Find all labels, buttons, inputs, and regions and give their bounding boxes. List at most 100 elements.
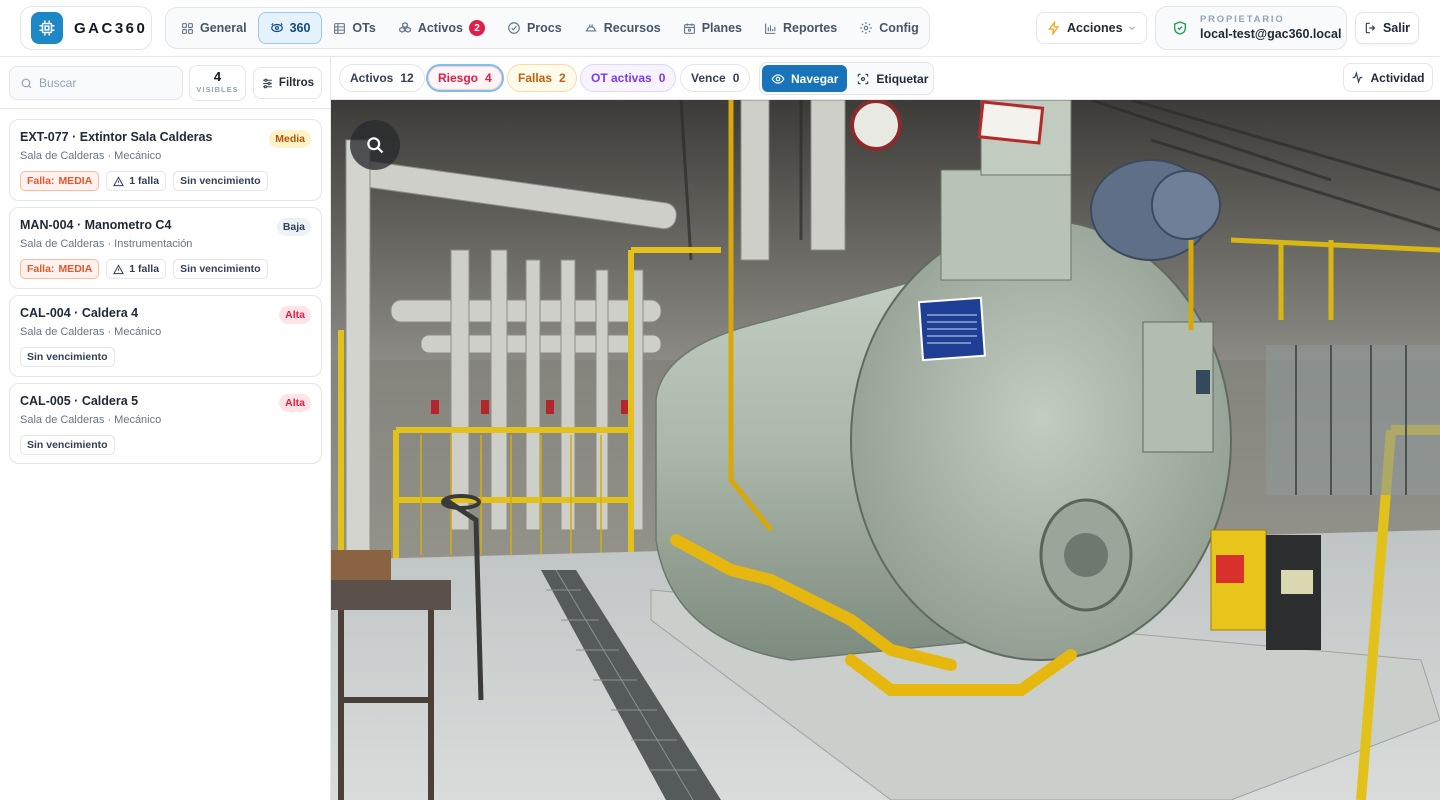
nav-tab-label: Planes (701, 21, 743, 35)
main-area: Activos 12 Riesgo 4 Fallas 2 OT activas 0 Ve… (331, 57, 1440, 800)
nav-tab-label: OTs (352, 21, 376, 35)
filter-pill-activos[interactable]: Activos 12 (339, 64, 425, 92)
nav-tab-label: General (200, 21, 247, 35)
asset-title: EXT-077 · Extintor Sala Calderas (20, 130, 213, 144)
nav-tab-label: Activos (417, 21, 463, 35)
search-icon (21, 78, 32, 88)
magnifier-icon (367, 137, 384, 154)
navigate-mode-button[interactable]: Navegar (762, 65, 848, 92)
main-nav: General 360 OTs Activos 2 Procs Recursos… (165, 7, 930, 49)
fault-label: Falla: (27, 263, 55, 275)
grid-icon (182, 22, 193, 34)
filters-button[interactable]: Filtros (253, 67, 322, 99)
search-input[interactable] (39, 76, 169, 90)
warning-icon (113, 175, 125, 186)
priority-badge: Alta (279, 394, 311, 412)
fault-count: 1 falla (129, 263, 160, 275)
tag-label: Etiquetar (876, 71, 929, 86)
priority-badge: Alta (279, 306, 311, 324)
fault-count-chip: 1 falla (106, 259, 167, 279)
chip-icon (31, 12, 63, 44)
actions-label: Acciones (1067, 21, 1123, 35)
boiler-room-panorama[interactable] (331, 100, 1440, 800)
asset-title: CAL-004 · Caldera 4 (20, 306, 139, 320)
zoom-button[interactable] (350, 120, 400, 170)
nav-tab-360[interactable]: 360 (257, 12, 323, 44)
calendar-icon (683, 23, 695, 34)
filter-bar: Activos 12 Riesgo 4 Fallas 2 OT activas 0 Ve… (331, 57, 1440, 100)
asset-location: Sala de Calderas · Instrumentación (20, 238, 193, 250)
navigate-label: Navegar (791, 71, 839, 86)
due-chip: Sin vencimiento (173, 259, 268, 279)
asset-location: Sala de Calderas · Mecánico (20, 326, 162, 338)
asset-card-ext-077[interactable]: EXT-077 · Extintor Sala Calderas Media S… (9, 119, 322, 201)
asset-card-man-004[interactable]: MAN-004 · Manometro C4 Baja Sala de Cald… (9, 207, 322, 289)
app-logo[interactable]: GAC360 (20, 6, 152, 50)
filter-pill-fallas[interactable]: Fallas 2 (507, 64, 577, 92)
table-icon (334, 22, 346, 34)
filter-pill-riesgo[interactable]: Riesgo 4 (426, 64, 504, 92)
nav-tab-ots[interactable]: OTs (322, 12, 386, 44)
filter-pill-ot-activas[interactable]: OT activas 0 (580, 64, 677, 92)
pill-count: 0 (658, 71, 666, 85)
asset-title: CAL-005 · Caldera 5 (20, 394, 139, 408)
nav-tab-general[interactable]: General (170, 12, 258, 44)
nav-tab-label: Recursos (603, 21, 661, 35)
tag-mode-button[interactable]: Etiquetar (847, 65, 937, 92)
asset-card-cal-004[interactable]: CAL-004 · Caldera 4 Alta Sala de Caldera… (9, 295, 322, 377)
actions-dropdown[interactable]: Acciones (1036, 12, 1147, 44)
asset-card-cal-005[interactable]: CAL-005 · Caldera 5 Alta Sala de Caldera… (9, 383, 322, 464)
user-profile[interactable]: PROPIETARIO local-test@gac360.local (1155, 6, 1347, 50)
nav-tab-label: Procs (526, 21, 562, 35)
eye-icon (771, 73, 785, 84)
activity-icon (1353, 71, 1363, 84)
visible-count: 4 (213, 69, 222, 84)
filters-label: Filtros (278, 77, 315, 89)
search-box[interactable] (9, 66, 183, 100)
mode-toggle: Navegar Etiquetar (759, 62, 934, 95)
chevron-down-icon (1129, 26, 1135, 30)
pill-label: Riesgo (438, 71, 479, 85)
nav-tab-config[interactable]: Config (848, 12, 930, 44)
pill-label: OT activas (591, 71, 652, 85)
due-chip: Sin vencimiento (173, 171, 268, 191)
asset-location: Sala de Calderas · Mecánico (20, 414, 162, 426)
boxes-icon (398, 22, 411, 33)
asset-title: MAN-004 · Manometro C4 (20, 218, 172, 232)
asset-sidebar: 4 VISIBLES Filtros EXT-077 · Extintor Sa… (0, 57, 331, 800)
logout-label: Salir (1382, 21, 1411, 35)
pill-count: 12 (400, 71, 414, 85)
lightning-icon (1048, 21, 1060, 35)
asset-location: Sala de Calderas · Mecánico (20, 150, 162, 162)
nav-tab-reportes[interactable]: Reportes (753, 12, 848, 44)
panorama-viewer[interactable] (331, 100, 1440, 800)
nav-tab-planes[interactable]: Planes (672, 12, 753, 44)
pill-label: Vence (691, 71, 726, 85)
logout-button[interactable]: Salir (1355, 12, 1419, 44)
nav-tab-activos[interactable]: Activos 2 (387, 12, 496, 44)
fault-label: Falla: (27, 175, 55, 187)
nav-tab-procs[interactable]: Procs (496, 12, 573, 44)
pill-count: 0 (732, 71, 740, 85)
due-chip: Sin vencimiento (20, 347, 115, 367)
logout-icon (1365, 22, 1376, 34)
nav-tab-label: Reportes (783, 21, 838, 35)
user-email: local-test@gac360.local (1200, 26, 1342, 41)
warning-icon (113, 263, 125, 274)
activity-button[interactable]: Actividad (1343, 63, 1433, 92)
pill-label: Fallas (518, 71, 553, 85)
fault-count: 1 falla (129, 175, 160, 187)
visible-label: VISIBLES (196, 85, 239, 94)
pill-label: Activos (350, 71, 394, 85)
priority-badge: Baja (276, 218, 311, 236)
user-role: PROPIETARIO (1200, 14, 1285, 26)
visible-counter: 4 VISIBLES (189, 65, 246, 101)
priority-badge: Media (269, 130, 311, 148)
check-circle-icon (508, 22, 520, 34)
app-name: GAC360 (74, 19, 148, 37)
filter-pill-vence[interactable]: Vence 0 (680, 64, 751, 92)
helmet-icon (585, 24, 596, 32)
fault-count-chip: 1 falla (106, 171, 167, 191)
fault-level: MEDIA (58, 175, 93, 187)
nav-tab-recursos[interactable]: Recursos (573, 12, 672, 44)
